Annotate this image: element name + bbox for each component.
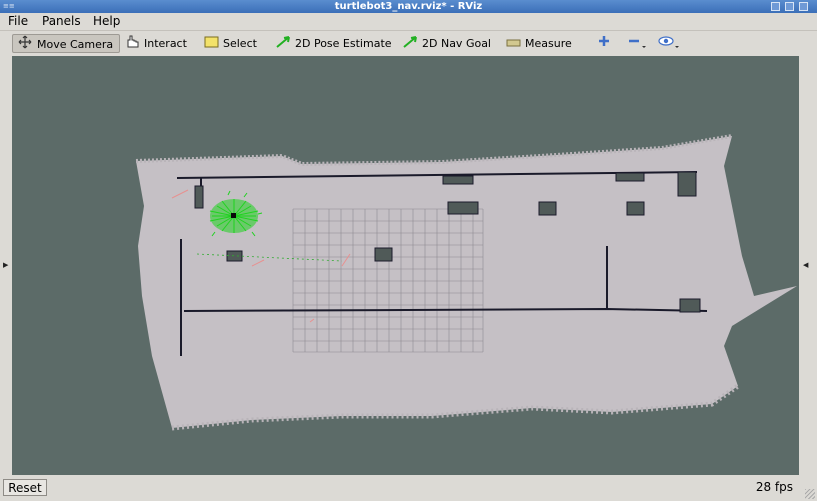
- window-title: turtlebot3_nav.rviz* - RViz: [334, 1, 483, 12]
- maximize-button[interactable]: [785, 2, 794, 11]
- fps-counter: 28 fps: [755, 480, 793, 494]
- expand-right-icon: ▶: [3, 261, 9, 269]
- move-camera-icon: [17, 35, 33, 55]
- plus-icon: [597, 36, 611, 51]
- status-bar: Reset 28 fps: [0, 477, 817, 501]
- add-tool-button[interactable]: [597, 34, 611, 53]
- green-arrow-icon: [275, 35, 291, 54]
- resize-grip[interactable]: [805, 489, 815, 499]
- menu-file[interactable]: File: [8, 13, 28, 30]
- left-panel-toggle[interactable]: ▶: [0, 56, 12, 475]
- select-box-icon: [204, 35, 219, 54]
- interact-button[interactable]: Interact: [124, 34, 187, 53]
- expand-left-icon: ◀: [803, 261, 809, 269]
- select-button[interactable]: Select: [204, 34, 257, 53]
- map-render: [135, 134, 797, 431]
- right-panel-toggle[interactable]: ◀: [799, 56, 817, 475]
- measure-button[interactable]: Measure: [506, 34, 572, 53]
- green-arrow-icon: [402, 35, 418, 54]
- title-bar: ≡≡ turtlebot3_nav.rviz* - RViz: [0, 0, 817, 13]
- menu-panels[interactable]: Panels: [42, 13, 81, 30]
- remove-tool-button[interactable]: [627, 34, 649, 53]
- toolbar: Move Camera Interact Select 2D Pose Esti…: [0, 31, 817, 55]
- hand-pointer-icon: [124, 34, 140, 54]
- menu-bar: File Panels Help: [0, 13, 817, 31]
- ruler-icon: [506, 35, 521, 54]
- minimize-button[interactable]: [771, 2, 780, 11]
- minus-icon: [627, 39, 649, 53]
- move-camera-button[interactable]: Move Camera: [12, 34, 120, 53]
- close-button[interactable]: [799, 2, 808, 11]
- reset-button[interactable]: Reset: [3, 479, 47, 496]
- pose-estimate-button[interactable]: 2D Pose Estimate: [275, 34, 392, 53]
- render-viewport[interactable]: [12, 56, 799, 475]
- robot-marker: [231, 213, 236, 218]
- menu-help[interactable]: Help: [93, 13, 120, 30]
- view-options-button[interactable]: [658, 34, 682, 53]
- eye-icon: [658, 36, 682, 53]
- nav-goal-button[interactable]: 2D Nav Goal: [402, 34, 491, 53]
